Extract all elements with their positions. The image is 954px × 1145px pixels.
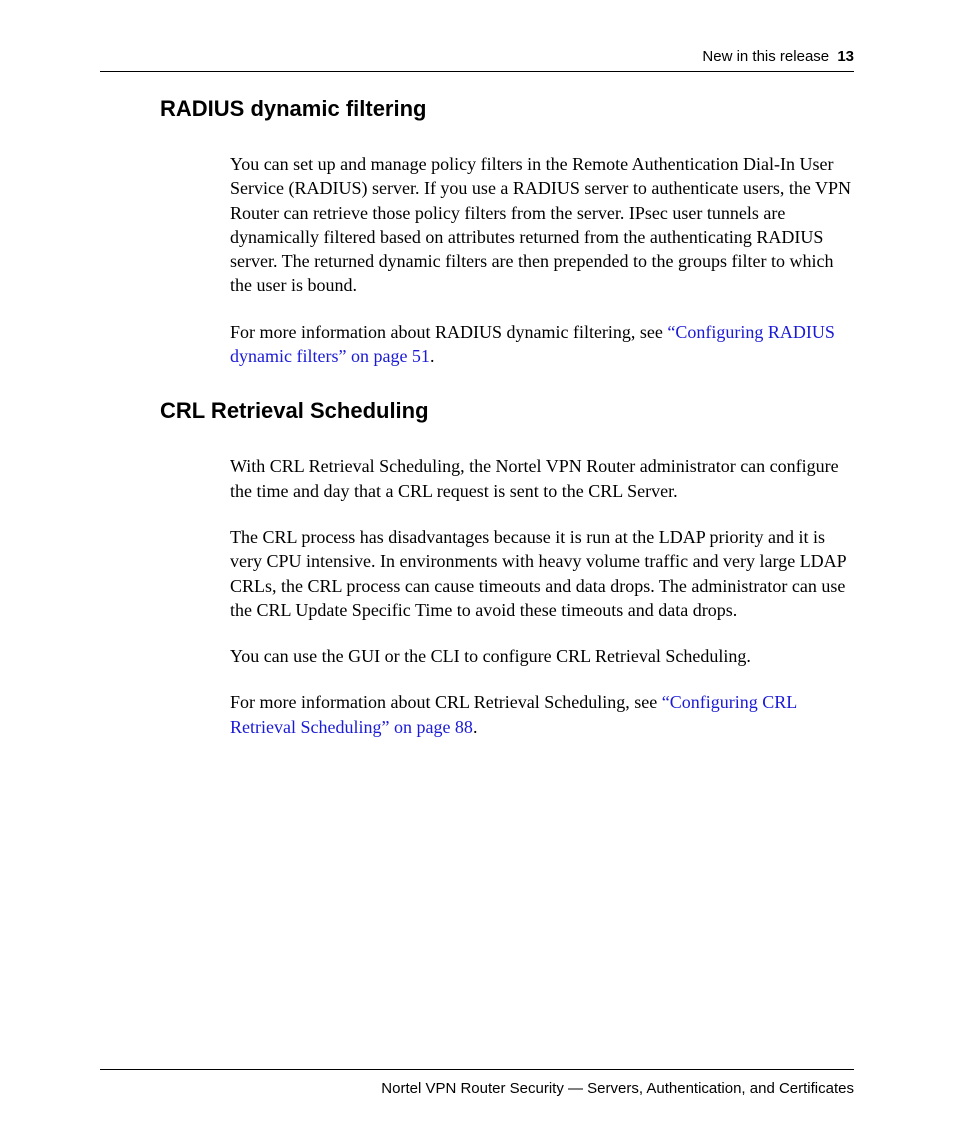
header-rule	[100, 71, 854, 72]
page: New in this release 13 RADIUS dynamic fi…	[0, 0, 954, 1145]
page-number: 13	[837, 48, 854, 65]
paragraph: For more information about RADIUS dynami…	[230, 320, 854, 369]
paragraph: You can use the GUI or the CLI to config…	[230, 644, 854, 668]
paragraph: The CRL process has disadvantages becaus…	[230, 525, 854, 622]
para-text: For more information about CRL Retrieval…	[230, 692, 662, 712]
footer-rule	[100, 1069, 854, 1070]
section-heading-radius: RADIUS dynamic filtering	[160, 96, 854, 122]
para-after: .	[430, 346, 435, 366]
section-heading-crl: CRL Retrieval Scheduling	[160, 398, 854, 424]
section-body-radius: You can set up and manage policy filters…	[230, 152, 854, 368]
paragraph: With CRL Retrieval Scheduling, the Norte…	[230, 454, 854, 503]
section-body-crl: With CRL Retrieval Scheduling, the Norte…	[230, 454, 854, 739]
running-header: New in this release 13	[100, 48, 854, 65]
para-text: For more information about RADIUS dynami…	[230, 322, 667, 342]
running-title: New in this release	[702, 48, 829, 65]
footer: Nortel VPN Router Security — Servers, Au…	[100, 1069, 854, 1097]
paragraph: For more information about CRL Retrieval…	[230, 690, 854, 739]
footer-text: Nortel VPN Router Security — Servers, Au…	[100, 1080, 854, 1097]
para-after: .	[473, 717, 478, 737]
content-area: RADIUS dynamic filtering You can set up …	[100, 96, 854, 739]
paragraph: You can set up and manage policy filters…	[230, 152, 854, 298]
